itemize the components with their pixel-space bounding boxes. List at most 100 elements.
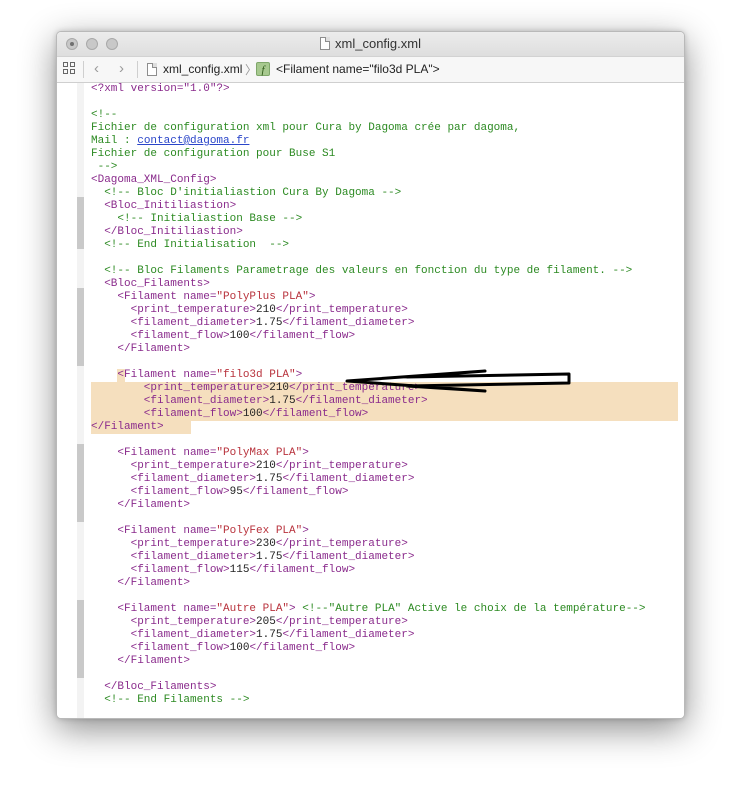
gutter-change-bar	[77, 600, 84, 678]
code-line: </Filament>	[91, 343, 684, 356]
comment-text: <!-- Initialiastion Base -->	[91, 213, 303, 225]
tag-text: <filament_diameter>	[91, 395, 270, 407]
value-text: 1.75	[256, 629, 283, 641]
comment-text: Fichier de configuration pour Buse S1	[91, 148, 336, 160]
back-chevron-icon[interactable]: ‹	[94, 60, 99, 78]
tag-text: <filament_diameter>	[91, 629, 257, 641]
code-line: <filament_diameter>1.75</filament_diamet…	[91, 629, 684, 642]
tag-text: </Filament>	[91, 499, 191, 511]
comment-text: <!--"Autre PLA" Active le choix de la te…	[295, 603, 646, 615]
tag-text: <Dagoma_XML_Config>	[91, 174, 217, 186]
tag-text: </Filament>	[91, 421, 164, 433]
tag-text: </print_temperature>	[275, 304, 408, 316]
code-line: <filament_diameter>1.75</filament_diamet…	[91, 551, 684, 564]
tag-text: <Bloc_Filaments>	[91, 278, 210, 290]
tag-text: <print_temperature>	[91, 460, 257, 472]
code-line: </Filament>	[91, 655, 684, 668]
breadcrumb-file[interactable]: xml_config.xml	[163, 62, 242, 76]
comment-text: <!-- Bloc Filaments Parametrage des vale…	[91, 265, 633, 277]
tag-text: <filament_flow>	[91, 642, 230, 654]
tag-text: </filament_flow>	[262, 408, 369, 420]
code-line: <!-- End Filaments -->	[91, 694, 684, 707]
forward-chevron-icon[interactable]: ›	[119, 60, 124, 78]
comment-text: <!-- Bloc D'initialiastion Cura By Dagom…	[91, 187, 402, 199]
comment-text: <!--	[91, 109, 118, 121]
code-line: <filament_diameter>1.75</filament_diamet…	[91, 473, 684, 486]
code-line: </Bloc_Filaments>	[91, 681, 684, 694]
tag-text: <filament_flow>	[91, 408, 243, 420]
code-line: <Filament name="PolyPlus PLA">	[91, 291, 684, 304]
tag-text: <print_temperature>	[91, 538, 257, 550]
related-items-grid-icon[interactable]	[63, 62, 76, 75]
window-title: xml_config.xml	[335, 36, 421, 51]
tag-text: <Bloc_Initiliastion>	[91, 200, 237, 212]
code-editor[interactable]: <?xml version="1.0"?> <!-- Fichier de co…	[57, 83, 684, 718]
value-text: 205	[256, 616, 276, 628]
code-line: <!--	[91, 109, 684, 122]
tag-text: </Filament>	[91, 655, 191, 667]
code-line: <!-- End Initialisation -->	[91, 239, 684, 252]
attr-value: "filo3d PLA"	[216, 369, 296, 381]
tag-text: </filament_diameter>	[282, 317, 415, 329]
xml-declaration: <?xml version="1.0"?>	[91, 83, 230, 95]
tag-text: <print_temperature>	[91, 304, 257, 316]
code-line: Mail : contact@dagoma.fr	[91, 135, 684, 148]
title-bar: xml_config.xml	[57, 32, 684, 57]
code-line: <print_temperature>230</print_temperatur…	[91, 538, 684, 551]
gutter-change-bar	[77, 197, 84, 249]
email-link[interactable]: contact@dagoma.fr	[137, 135, 249, 147]
code-line: -->	[91, 161, 684, 174]
value-text: 1.75	[256, 551, 283, 563]
tag-text: >	[302, 447, 309, 459]
window-title-area: xml_config.xml	[57, 36, 684, 51]
value-text: 210	[256, 304, 276, 316]
code-line: </Filament>	[91, 577, 684, 590]
function-symbol-icon: f	[256, 62, 270, 76]
tag-text: </Bloc_Filaments>	[91, 681, 217, 693]
code-line: <?xml version="1.0"?>	[91, 83, 684, 96]
value-text: 100	[242, 408, 263, 420]
tag-text: </filament_diameter>	[282, 629, 415, 641]
code-line: <filament_flow>115</filament_flow>	[91, 564, 684, 577]
breadcrumb-function[interactable]: <Filament name="filo3d PLA">	[276, 62, 440, 76]
code-line: <Dagoma_XML_Config>	[91, 174, 684, 187]
code-line: <filament_diameter>1.75</filament_diamet…	[91, 317, 684, 330]
tag-text: <Filament name=	[91, 369, 217, 381]
comment-text: -->	[91, 161, 118, 173]
tag-text: </print_temperature>	[275, 460, 408, 472]
tag-text: </filament_diameter>	[282, 473, 415, 485]
code-line: <!-- Initialiastion Base -->	[91, 213, 684, 226]
tag-text: </Filament>	[91, 343, 191, 355]
code-line: <!-- Bloc Filaments Parametrage des vale…	[91, 265, 684, 278]
tag-text: >	[302, 525, 309, 537]
value-text: 1.75	[256, 317, 283, 329]
tag-text: <filament_diameter>	[91, 317, 257, 329]
code-line: <Bloc_Initiliastion>	[91, 200, 684, 213]
value-text: 115	[229, 564, 250, 576]
comment-text: <!-- End Filaments -->	[91, 694, 250, 706]
code-line: <filament_flow>95</filament_flow>	[91, 486, 684, 499]
tag-text: </Filament>	[91, 577, 191, 589]
code-line-highlighted: </Filament>	[91, 421, 191, 434]
code-line-highlighted: <filament_flow>100</filament_flow>	[91, 408, 678, 421]
tag-text: <Filament name=	[91, 525, 217, 537]
value-text: 100	[229, 642, 250, 654]
code-line: <filament_flow>100</filament_flow>	[91, 642, 684, 655]
tag-text: </print_temperature>	[275, 616, 408, 628]
value-text: 100	[229, 330, 250, 342]
tag-text: <Filament name=	[91, 291, 217, 303]
code-line: <Bloc_Filaments>	[91, 278, 684, 291]
code-line: <print_temperature>210</print_temperatur…	[91, 304, 684, 317]
comment-text: Mail :	[91, 135, 138, 147]
gutter-change-bar	[77, 444, 84, 522]
tag-text: <filament_diameter>	[91, 473, 257, 485]
value-text: 230	[256, 538, 276, 550]
code-line: Fichier de configuration xml pour Cura b…	[91, 122, 684, 135]
attr-value: "PolyFex PLA"	[216, 525, 303, 537]
file-document-icon	[147, 63, 157, 76]
code-line: </Bloc_Initiliastion>	[91, 226, 684, 239]
tag-text: <Filament name=	[91, 603, 217, 615]
value-text: 1.75	[256, 473, 283, 485]
value-text: 210	[269, 382, 290, 394]
code-line: </Filament>	[91, 499, 684, 512]
